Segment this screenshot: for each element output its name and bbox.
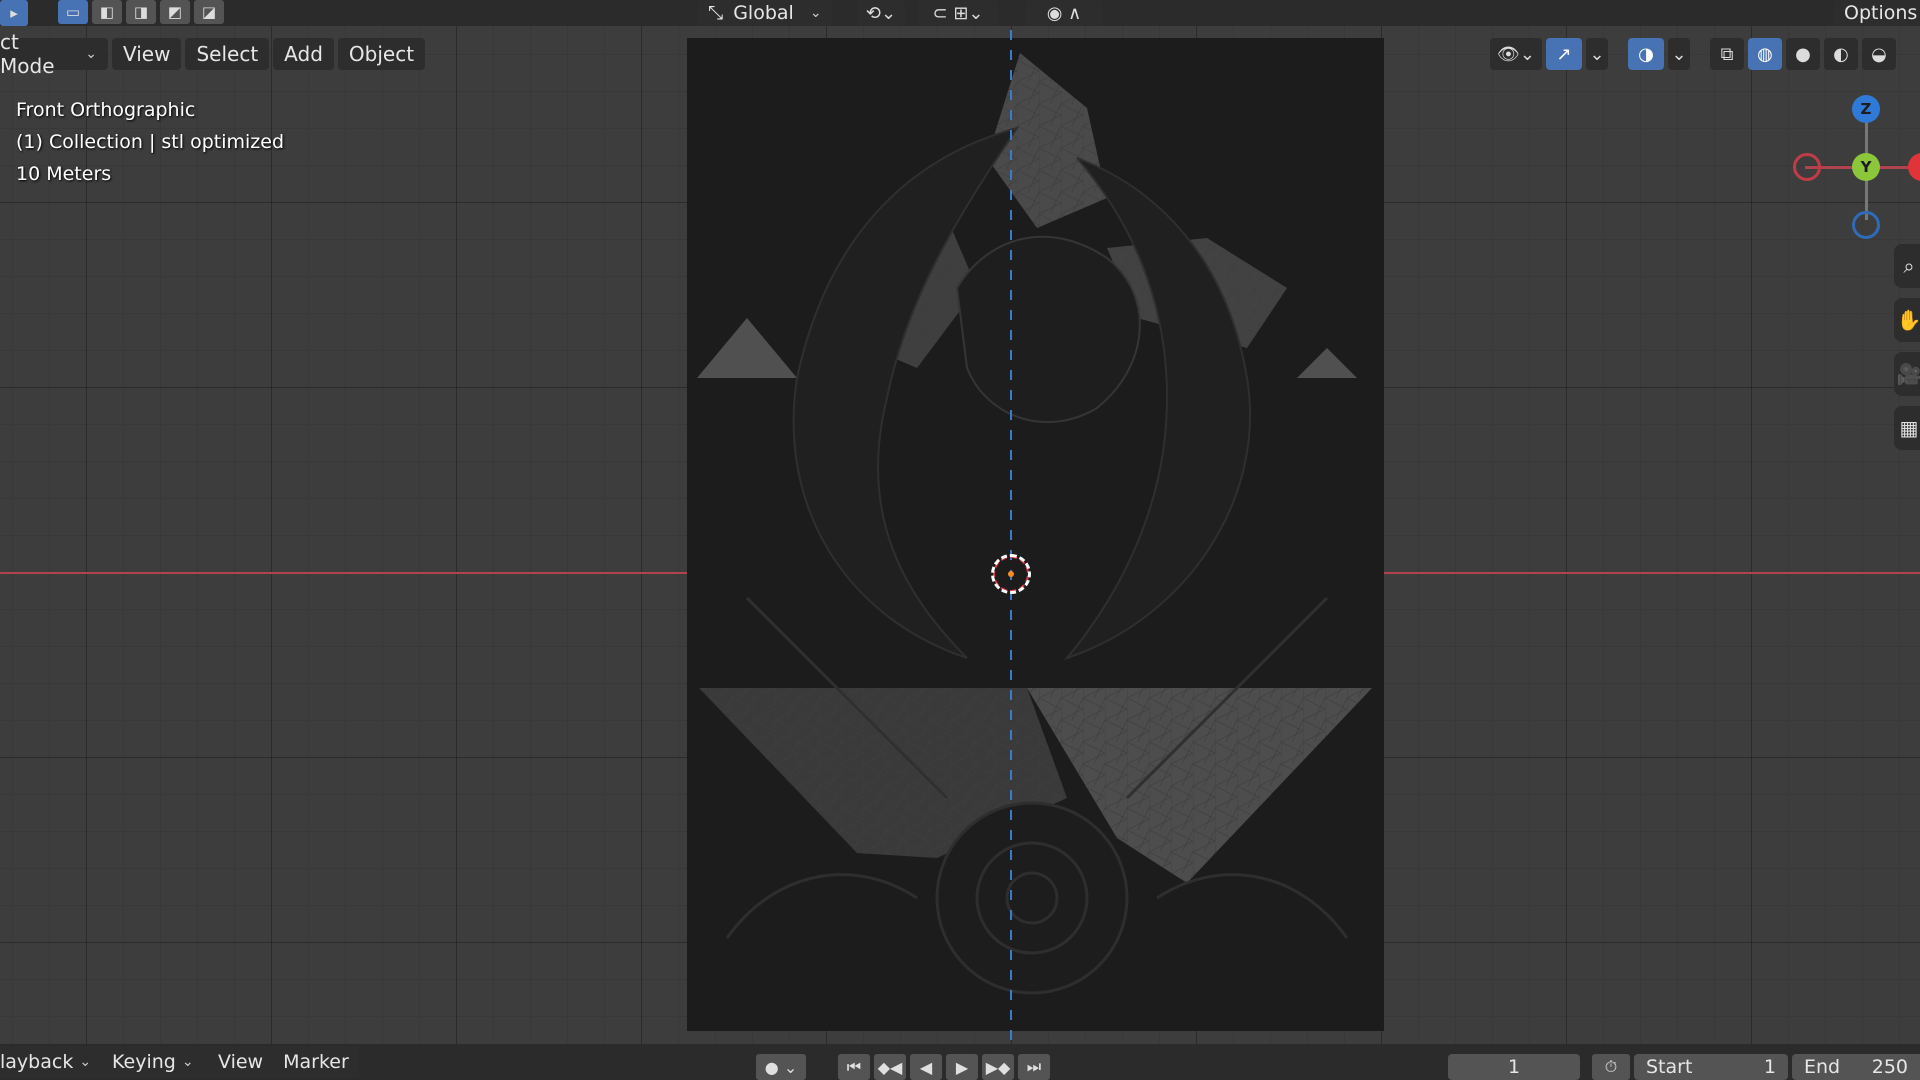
snap-toggle[interactable]: ⊂ ⊞⌄ (918, 0, 998, 26)
options-label: Options (1844, 2, 1918, 24)
stl-mesh-object[interactable] (687, 38, 1384, 1031)
stopwatch-icon[interactable]: ⏱ (1592, 1054, 1630, 1080)
gizmo-neg-z-axis[interactable] (1852, 211, 1880, 239)
start-frame-field[interactable]: Start 1 (1634, 1054, 1788, 1080)
material-shading-icon[interactable]: ◐ (1824, 38, 1858, 70)
keying-label: Keying (112, 1051, 176, 1073)
chevron-down-icon: ⌄ (79, 1054, 92, 1070)
pivot-point-dropdown[interactable]: ⟲⌄ (857, 0, 905, 26)
select-intersect-icon[interactable]: ◪ (194, 0, 224, 24)
timeline-view-menu[interactable]: View (208, 1046, 274, 1078)
proportional-edit-toggle[interactable]: ◉ ∧ (1026, 0, 1102, 26)
navigation-gizmo[interactable]: Z Y (1780, 95, 1920, 245)
visibility-icon[interactable]: 👁⌄ (1490, 38, 1542, 70)
menu-object[interactable]: Object (337, 38, 426, 70)
playback-label: layback (0, 1051, 74, 1073)
wireframe-shading-icon[interactable]: ◍ (1748, 38, 1782, 70)
ornament-mesh (687, 38, 1384, 1031)
end-label: End (1804, 1056, 1841, 1078)
menu-select-label: Select (196, 42, 259, 66)
viewport-header: ct Mode ⌄ View Select Add Object (0, 30, 429, 78)
gizmo-y-axis[interactable]: Y (1852, 153, 1880, 181)
solid-shading-icon[interactable]: ● (1786, 38, 1820, 70)
grid-icon[interactable]: ▦ (1894, 406, 1920, 450)
start-label: Start (1646, 1056, 1693, 1078)
jump-end-icon[interactable]: ⏭ (1018, 1054, 1050, 1080)
xray-icon[interactable]: ⧉ (1710, 38, 1744, 70)
next-keyframe-icon[interactable]: ▶◆ (982, 1054, 1014, 1080)
chevron-down-icon: ⌄ (181, 1054, 194, 1070)
transform-orientation-dropdown[interactable]: ⤡ Global ⌄ (698, 0, 832, 26)
select-invert-icon[interactable]: ◩ (160, 0, 190, 24)
prev-keyframe-icon[interactable]: ◆◀ (874, 1054, 906, 1080)
playback-controls: ⏮ ◆◀ ◀ ▶ ▶◆ ⏭ (838, 1054, 1050, 1080)
jump-start-icon[interactable]: ⏮ (838, 1054, 870, 1080)
hand-pan-icon[interactable]: ✋ (1894, 298, 1920, 342)
orientation-icon: ⤡ (708, 2, 724, 24)
rendered-shading-icon[interactable]: ◒ (1862, 38, 1896, 70)
gizmo-x-axis[interactable] (1908, 153, 1920, 181)
view-name: Front Orthographic (16, 99, 196, 121)
timeline-view-label: View (218, 1051, 264, 1073)
playback-dropdown[interactable]: layback ⌄ (0, 1046, 102, 1078)
select-extend-icon[interactable]: ◧ (92, 0, 122, 24)
chevron-down-icon: ⌄ (809, 5, 822, 21)
gizmo-neg-x-axis[interactable] (1793, 153, 1821, 181)
marker-label: Marker (283, 1051, 349, 1073)
select-subtract-icon[interactable]: ◨ (126, 0, 156, 24)
menu-select[interactable]: Select (185, 38, 270, 70)
3d-cursor-icon[interactable] (991, 554, 1031, 594)
viewport-info: Front Orthographic (1) Collection | stl … (16, 94, 284, 190)
gizmo-dropdown-chevron-icon[interactable]: ⌄ (1586, 38, 1608, 70)
current-frame-value: 1 (1507, 1056, 1521, 1078)
current-frame-field[interactable]: 1 (1448, 1054, 1580, 1080)
marker-menu[interactable]: Marker (273, 1046, 359, 1078)
gizmo-y-label: Y (1860, 158, 1872, 176)
menu-object-label: Object (348, 42, 415, 66)
collection-info: (1) Collection | stl optimized (16, 131, 285, 153)
menu-add-label: Add (284, 42, 323, 66)
viewport-header-right: 👁⌄ ↗ ⌄ ◑ ⌄ ⧉ ◍ ● ◐ ◒ (1490, 36, 1900, 72)
play-icon[interactable]: ▶ (946, 1054, 978, 1080)
keying-dropdown[interactable]: Keying ⌄ (102, 1046, 208, 1078)
record-keyframe-icon[interactable]: ● ⌄ (756, 1054, 806, 1080)
zoom-icon[interactable]: ⌕ (1894, 244, 1920, 288)
options-dropdown[interactable]: Options (1834, 0, 1920, 26)
y-axis-line (1010, 30, 1012, 1044)
end-frame-field[interactable]: End 250 (1792, 1054, 1920, 1080)
gizmo-z-axis[interactable]: Z (1852, 95, 1880, 123)
select-tool-icon[interactable]: ▸ (0, 0, 28, 26)
menu-add[interactable]: Add (273, 38, 334, 70)
overlay-icon[interactable]: ◑ (1628, 38, 1664, 70)
gizmo-toggle-icon[interactable]: ↗ (1546, 38, 1582, 70)
camera-icon[interactable]: 🎥 (1894, 352, 1920, 396)
grid-scale: 10 Meters (16, 163, 112, 185)
play-reverse-icon[interactable]: ◀ (910, 1054, 942, 1080)
select-box-icon[interactable]: ▭ (58, 0, 88, 24)
chevron-down-icon: ⌄ (85, 46, 97, 62)
gizmo-z-label: Z (1860, 100, 1872, 118)
overlay-dropdown-chevron-icon[interactable]: ⌄ (1668, 38, 1690, 70)
menu-view[interactable]: View (112, 38, 182, 70)
end-value: 250 (1871, 1056, 1908, 1078)
start-value: 1 (1763, 1056, 1776, 1078)
menu-view-label: View (123, 42, 171, 66)
orientation-label: Global (733, 2, 794, 24)
select-mode-group: ▭ ◧ ◨ ◩ ◪ (58, 0, 224, 24)
mode-label: ct Mode (0, 30, 55, 78)
mode-dropdown[interactable]: ct Mode ⌄ (0, 30, 108, 78)
